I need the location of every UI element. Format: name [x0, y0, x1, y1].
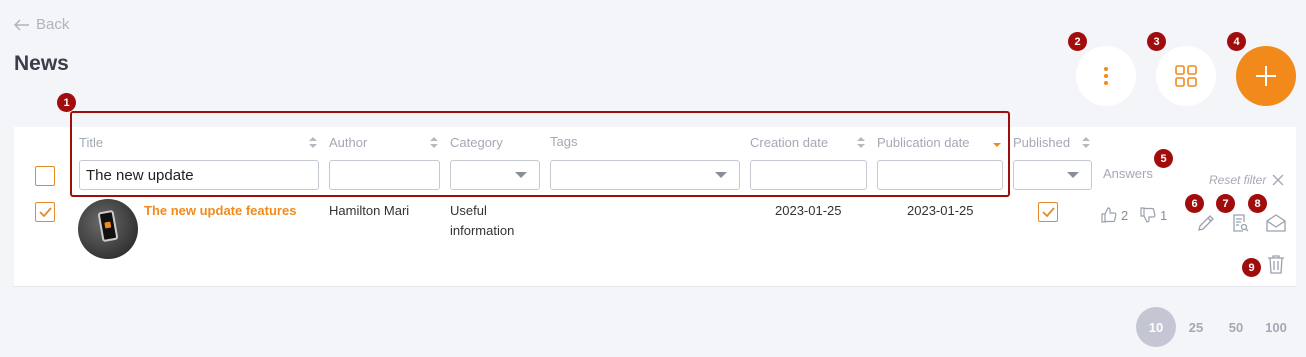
column-header-published[interactable]: Published: [1013, 135, 1090, 150]
marker-4: 4: [1227, 32, 1246, 51]
chevron-down-icon: [1067, 172, 1079, 178]
page-size-10[interactable]: 10: [1136, 307, 1176, 347]
marker-3: 3: [1147, 32, 1166, 51]
page-size-50[interactable]: 50: [1226, 307, 1246, 347]
page-title: News: [14, 52, 69, 75]
page-size-100[interactable]: 100: [1262, 307, 1290, 347]
pencil-icon: [1198, 215, 1214, 231]
marker-8: 8: [1248, 194, 1267, 213]
reset-filter-label: Reset filter: [1209, 173, 1267, 187]
column-creation-date-label: Creation date: [750, 135, 829, 150]
column-tags-label: Tags: [550, 134, 578, 149]
marker-6: 6: [1185, 194, 1204, 213]
author-filter-input[interactable]: [329, 160, 440, 190]
row-select-checkbox[interactable]: [35, 202, 55, 222]
tags-filter-select[interactable]: [550, 160, 740, 190]
publication-date-filter-input[interactable]: [877, 160, 1003, 190]
close-icon: [1272, 174, 1284, 186]
creation-date-filter-input[interactable]: [750, 160, 867, 190]
news-title-link[interactable]: The new update features: [144, 203, 296, 218]
sort-icon: [430, 137, 438, 148]
author-cell: Hamilton Mari: [329, 203, 410, 218]
plus-icon: [1256, 66, 1276, 86]
column-header-creation-date[interactable]: Creation date: [750, 135, 865, 150]
sort-icon: [309, 137, 317, 148]
column-author-label: Author: [329, 135, 368, 150]
category-cell: Useful information: [450, 203, 515, 238]
grid-icon: [1175, 65, 1197, 87]
add-news-button[interactable]: [1236, 46, 1296, 106]
column-publication-date-label: Publication date: [877, 135, 970, 150]
marker-5: 5: [1154, 149, 1173, 168]
back-link[interactable]: Back: [14, 16, 69, 33]
sort-icon: [1082, 137, 1090, 148]
delete-button[interactable]: [1265, 253, 1287, 275]
creation-date-cell: 2023-01-25: [775, 203, 842, 218]
category-filter-select[interactable]: [450, 160, 540, 190]
published-filter-select[interactable]: [1013, 160, 1092, 190]
send-mail-button[interactable]: [1265, 212, 1287, 234]
sort-desc-icon: [993, 143, 1001, 147]
thumbs-down-icon: [1140, 207, 1156, 223]
chevron-down-icon: [715, 172, 727, 178]
published-checkbox[interactable]: [1038, 202, 1058, 222]
column-header-author[interactable]: Author: [329, 135, 438, 150]
column-header-title[interactable]: Title: [79, 135, 317, 150]
title-filter-input[interactable]: [79, 160, 319, 190]
likes-count: 2: [1101, 207, 1128, 223]
thumbs-up-icon: [1101, 207, 1117, 223]
column-header-publication-date[interactable]: Publication date: [877, 135, 1001, 150]
column-header-answers: Answers: [1103, 166, 1153, 181]
edit-button[interactable]: [1195, 212, 1217, 234]
arrow-left-icon: [14, 18, 29, 31]
sort-icon: [857, 137, 865, 148]
reset-filter-button[interactable]: Reset filter: [1209, 173, 1284, 187]
grid-view-button[interactable]: [1156, 46, 1216, 106]
document-search-icon: [1233, 214, 1249, 232]
column-header-category: Category: [450, 135, 538, 150]
select-all-checkbox[interactable]: [35, 166, 55, 186]
marker-2: 2: [1068, 32, 1087, 51]
column-published-label: Published: [1013, 135, 1071, 150]
column-category-label: Category: [450, 135, 503, 150]
column-title-label: Title: [79, 135, 104, 150]
marker-1: 1: [57, 93, 76, 112]
phone-image: [97, 209, 119, 243]
likes-value: 2: [1121, 207, 1129, 223]
publication-date-cell: 2023-01-25: [907, 203, 974, 218]
page-size-25[interactable]: 25: [1186, 307, 1206, 347]
more-vertical-icon: [1104, 67, 1108, 85]
marker-9: 9: [1242, 258, 1261, 277]
column-header-tags: Tags: [550, 134, 738, 149]
checkmark-icon: [1041, 207, 1055, 217]
marker-7: 7: [1216, 194, 1235, 213]
more-options-button[interactable]: [1076, 46, 1136, 106]
chevron-down-icon: [515, 172, 527, 178]
dislikes-count: 1: [1140, 207, 1167, 223]
checkmark-icon: [38, 207, 52, 217]
view-answers-button[interactable]: [1229, 212, 1251, 234]
news-thumbnail: [78, 199, 138, 259]
dislikes-value: 1: [1160, 207, 1168, 223]
trash-icon: [1268, 255, 1284, 274]
envelope-open-icon: [1266, 214, 1286, 232]
back-label: Back: [36, 16, 70, 33]
